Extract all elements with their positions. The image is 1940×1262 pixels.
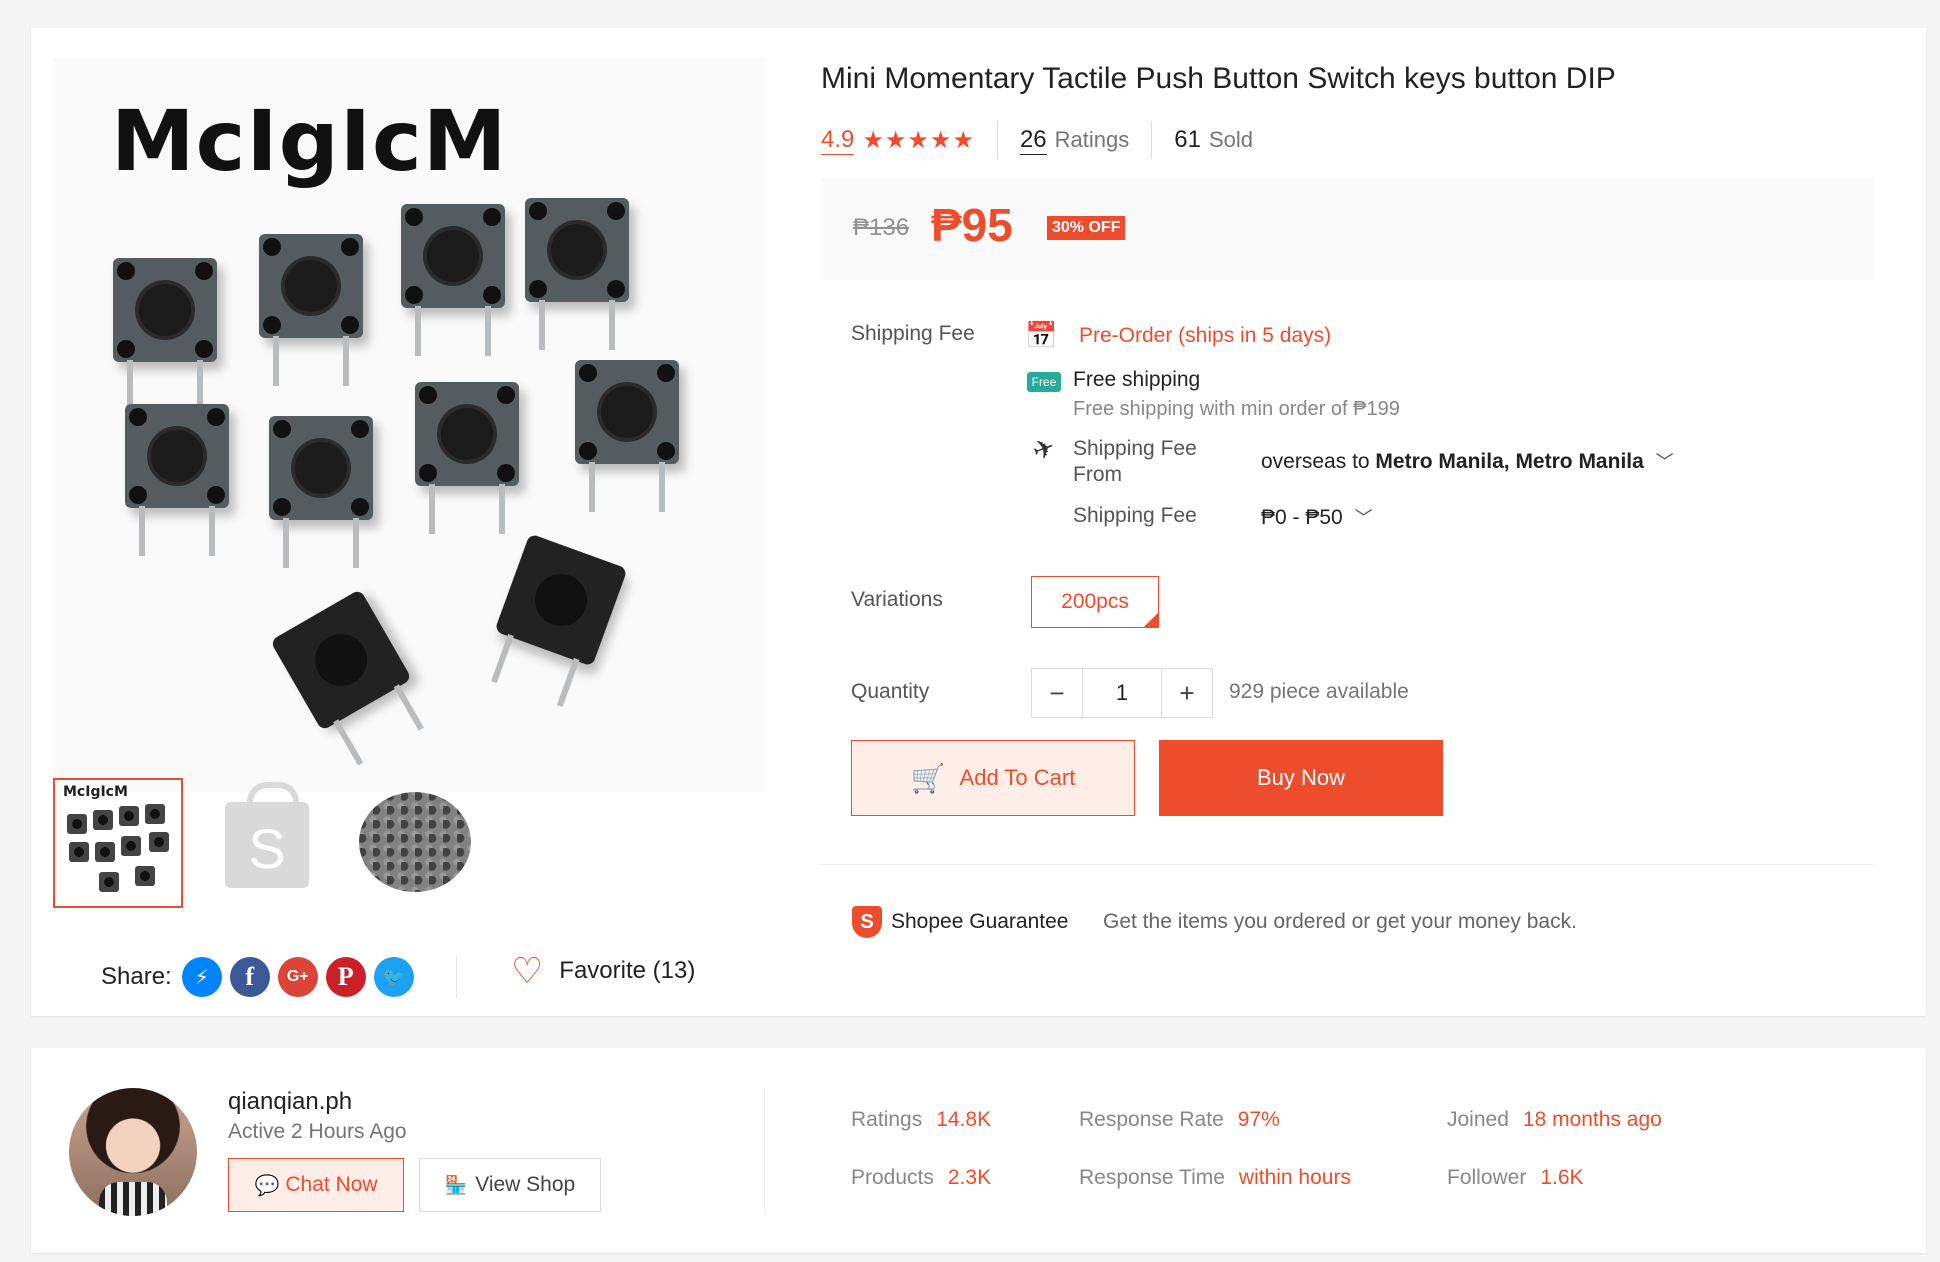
shipping-from-label: Shipping Fee From (1073, 437, 1197, 486)
plane-icon: ✈ (1028, 431, 1060, 467)
cart-icon: 🛒 (910, 762, 946, 794)
stat-follower-label: Follower (1447, 1166, 1527, 1189)
shop-icon: 🏪 (444, 1174, 468, 1195)
share-row: Share: ⚡ f G+ P 🐦 (101, 956, 422, 998)
favorite-button[interactable]: ♡ Favorite (13) (511, 953, 695, 989)
original-price: ₱136 (853, 214, 910, 241)
calendar-icon: 📅 (1025, 320, 1058, 350)
add-to-cart-button[interactable]: 🛒 Add To Cart (851, 740, 1135, 816)
product-main-image[interactable]: McIgIcM (53, 58, 765, 792)
twitter-icon[interactable]: 🐦 (373, 957, 414, 997)
chat-now-button[interactable]: 💬 Chat Now (228, 1158, 404, 1212)
selected-check-icon (1143, 612, 1158, 627)
stat-joined-label: Joined (1447, 1108, 1509, 1131)
quantity-input[interactable]: 1 (1082, 669, 1162, 717)
avatar[interactable] (69, 1088, 197, 1216)
chat-now-label: Chat Now (285, 1173, 378, 1196)
stat-ratings-label: Ratings (851, 1108, 923, 1131)
section-divider (821, 864, 1873, 865)
thumbnail-logo: McIgIcM (63, 784, 128, 800)
stat-products: Products 2.3K (851, 1166, 991, 1190)
product-title: Mini Momentary Tactile Push Button Switc… (821, 62, 1616, 95)
share-label: Share: (101, 963, 172, 990)
product-card: McIgIcM McIgIcM S Share: ⚡ f G+ P 🐦 ♡ Fa… (31, 28, 1926, 1016)
stat-products-value: 2.3K (947, 1166, 992, 1189)
current-price: ₱95 (931, 199, 1013, 251)
stat-joined-value: 18 months ago (1522, 1108, 1662, 1131)
brand-logo: McIgIcM (111, 92, 508, 190)
sold-count: 61 (1174, 126, 1201, 153)
add-to-cart-label: Add To Cart (959, 765, 1076, 790)
stat-follower-value: 1.6K (1540, 1166, 1584, 1189)
variations-label: Variations (851, 588, 943, 611)
free-shipping-icon: Free (1027, 372, 1061, 392)
variation-option-label: 200pcs (1061, 590, 1129, 613)
seller-name: qianqian.ph (228, 1088, 353, 1115)
shipping-origin: overseas (1261, 450, 1347, 473)
thumbnail-1[interactable]: McIgIcM (53, 778, 183, 908)
chevron-down-icon: ﹀ (1354, 508, 1373, 528)
shipping-fee-value: ₱0 - ₱50 (1261, 506, 1343, 529)
chat-icon: 💬 (254, 1174, 280, 1197)
price-box: ₱136 ₱95 30% OFF (821, 178, 1873, 280)
buy-now-button[interactable]: Buy Now (1159, 740, 1443, 816)
stat-response-rate-value: 97% (1237, 1108, 1280, 1131)
google-plus-icon[interactable]: G+ (277, 957, 318, 997)
preorder-text: Pre-Order (ships in 5 days) (1079, 324, 1332, 347)
favorite-label: Favorite (13) (559, 957, 696, 984)
seller-active-status: Active 2 Hours Ago (228, 1120, 407, 1143)
shipping-label: Shipping Fee (851, 322, 975, 345)
stat-response-time-label: Response Time (1079, 1166, 1225, 1189)
stat-ratings-value: 14.8K (936, 1108, 992, 1131)
quantity-plus-button[interactable]: + (1162, 669, 1212, 717)
ratings-label: Ratings (1054, 127, 1130, 152)
shopee-bag-icon: S (225, 782, 309, 888)
stock-available: 929 piece available (1229, 680, 1409, 703)
guarantee-label[interactable]: Shopee Guarantee (891, 910, 1068, 934)
view-shop-label: View Shop (475, 1173, 576, 1196)
free-shipping-subtitle: Free shipping with min order of ₱199 (1073, 398, 1400, 420)
guarantee-text: Get the items you ordered or get your mo… (1103, 910, 1577, 933)
ratings-count[interactable]: 26 (1019, 126, 1047, 155)
stat-ratings: Ratings 14.8K (851, 1108, 991, 1132)
variation-option[interactable]: 200pcs (1031, 576, 1159, 628)
messenger-icon[interactable]: ⚡ (181, 957, 222, 997)
shield-icon: S (852, 906, 882, 938)
rating-score[interactable]: 4.9 (821, 126, 855, 155)
shipping-fee-select[interactable]: ₱0 - ₱50 ﹀ (1261, 504, 1373, 530)
quantity-label: Quantity (851, 680, 930, 703)
discount-badge: 30% OFF (1047, 216, 1126, 240)
shipping-destination-select[interactable]: overseas to Metro Manila, Metro Manila ﹀ (1261, 448, 1674, 474)
chevron-down-icon: ﹀ (1655, 452, 1674, 472)
seller-divider (764, 1088, 765, 1214)
quantity-minus-button[interactable]: − (1032, 669, 1082, 717)
thumbnail-2[interactable]: S (201, 778, 331, 908)
heart-icon: ♡ (511, 950, 544, 991)
free-shipping-title: Free shipping (1073, 368, 1201, 391)
stat-follower: Follower 1.6K (1447, 1166, 1584, 1190)
stat-response-rate: Response Rate 97% (1079, 1108, 1280, 1132)
sold-label: Sold (1208, 127, 1253, 152)
seller-card: qianqian.ph Active 2 Hours Ago 💬 Chat No… (31, 1048, 1926, 1253)
shipping-fee-label: Shipping Fee (1073, 504, 1197, 527)
facebook-icon[interactable]: f (229, 957, 270, 997)
view-shop-button[interactable]: 🏪 View Shop (419, 1158, 601, 1212)
quantity-stepper: − 1 + (1031, 668, 1213, 718)
shipping-to-word: to (1352, 450, 1370, 473)
pinterest-icon[interactable]: P (325, 957, 366, 997)
stat-joined: Joined 18 months ago (1447, 1108, 1662, 1132)
shipping-destination: Metro Manila, Metro Manila (1375, 450, 1644, 473)
stat-response-rate-label: Response Rate (1079, 1108, 1224, 1131)
share-divider (456, 956, 457, 998)
rating-row: 4.9 ★★★★★ 26 Ratings 61 Sold (821, 120, 1253, 160)
switch-pile-image (359, 792, 471, 892)
thumbnail-3[interactable] (349, 778, 479, 908)
stat-response-time-value: within hours (1238, 1166, 1351, 1189)
stat-products-label: Products (851, 1166, 934, 1189)
star-rating-icon: ★★★★★ (862, 126, 975, 154)
stat-response-time: Response Time within hours (1079, 1166, 1351, 1190)
